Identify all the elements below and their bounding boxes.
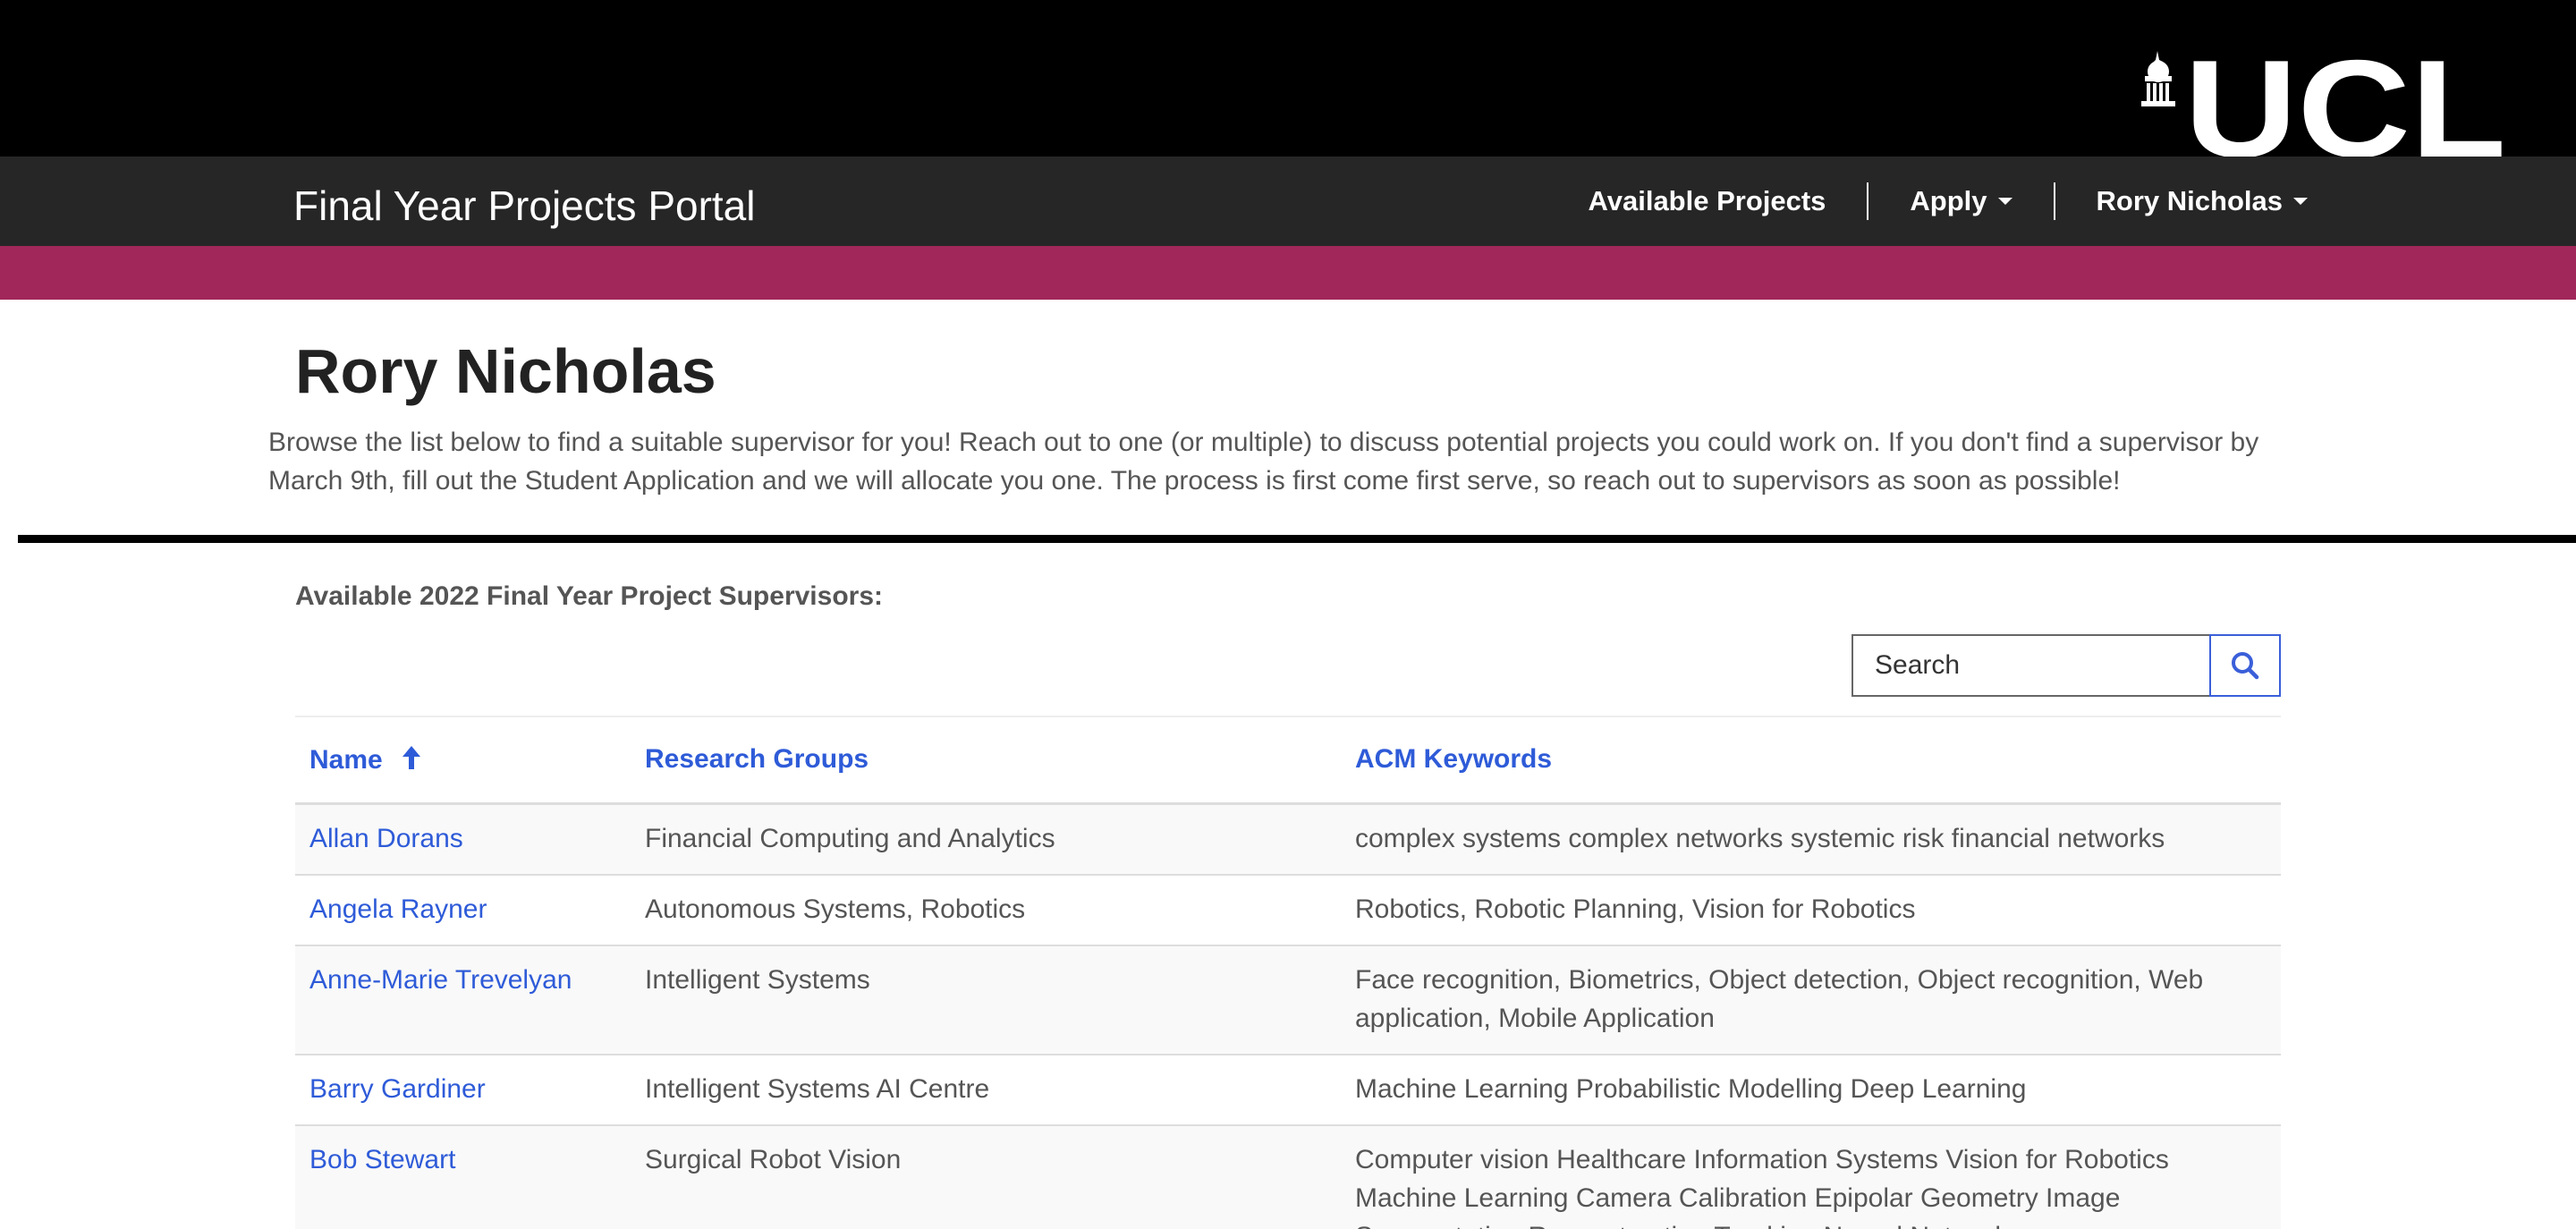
nav-menu: Available Projects Apply Rory Nicholas — [1547, 157, 2308, 246]
research-groups-cell: Intelligent Systems — [631, 944, 1341, 1055]
table-header-row: Name Research Groups ACM Keywords — [295, 717, 2281, 805]
search-icon — [2232, 652, 2259, 680]
accent-stripe — [0, 246, 2576, 300]
research-groups-cell: Financial Computing and Analytics — [631, 802, 1341, 875]
supervisor-name-link[interactable]: Barry Gardiner — [295, 1053, 631, 1125]
acm-keywords-cell: Face recognition, Biometrics, Object det… — [1341, 944, 2281, 1055]
search-input[interactable] — [1852, 634, 2209, 697]
supervisors-table-container: Name Research Groups ACM Keywords Allan … — [295, 716, 2281, 1229]
table-row: Barry Gardiner Intelligent Systems AI Ce… — [295, 1053, 2281, 1125]
supervisor-name-link[interactable]: Angela Rayner — [295, 873, 631, 945]
column-header-name-label: Name — [309, 744, 383, 775]
research-groups-cell: Surgical Robot Vision — [631, 1123, 1341, 1229]
table-row: Angela Rayner Autonomous Systems, Roboti… — [295, 873, 2281, 945]
table-row: Allan Dorans Financial Computing and Ana… — [295, 802, 2281, 875]
supervisor-name-link[interactable]: Allan Dorans — [295, 802, 631, 875]
page-title: Rory Nicholas — [295, 336, 716, 406]
supervisors-heading: Available 2022 Final Year Project Superv… — [295, 581, 883, 611]
acm-keywords-cell: Machine Learning Probabilistic Modelling… — [1341, 1053, 2281, 1125]
supervisor-name-link[interactable]: Anne-Marie Trevelyan — [295, 944, 631, 1055]
acm-keywords-cell: complex systems complex networks systemi… — [1341, 802, 2281, 875]
nav-available-projects-label: Available Projects — [1588, 185, 1826, 216]
top-banner: UCL — [0, 0, 2576, 157]
supervisor-name-link[interactable]: Bob Stewart — [295, 1123, 631, 1229]
nav-apply-dropdown[interactable]: Apply — [1868, 185, 2053, 217]
nav-user-label: Rory Nicholas — [2096, 185, 2283, 216]
research-groups-cell: Intelligent Systems AI Centre — [631, 1053, 1341, 1125]
navbar: Final Year Projects Portal Available Pro… — [0, 157, 2576, 246]
acm-keywords-cell: Computer vision Healthcare Information S… — [1341, 1123, 2281, 1229]
search-button[interactable] — [2209, 634, 2281, 697]
portal-title[interactable]: Final Year Projects Portal — [293, 182, 756, 230]
column-header-acm-keywords[interactable]: ACM Keywords — [1341, 717, 2281, 805]
search-bar — [1852, 634, 2281, 697]
nav-user-dropdown[interactable]: Rory Nicholas — [2055, 185, 2308, 217]
intro-text: Browse the list below to find a suitable… — [268, 428, 2259, 496]
caret-down-icon — [2293, 198, 2308, 205]
nav-available-projects[interactable]: Available Projects — [1547, 185, 1868, 217]
research-groups-cell: Autonomous Systems, Robotics — [631, 873, 1341, 945]
ucl-logo[interactable]: UCL — [2131, 49, 2515, 157]
column-header-research-groups[interactable]: Research Groups — [631, 717, 1341, 805]
nav-apply-label: Apply — [1910, 185, 1987, 216]
acm-keywords-cell: Robotics, Robotic Planning, Vision for R… — [1341, 873, 2281, 945]
arrow-up-icon — [402, 745, 421, 769]
column-header-name[interactable]: Name — [295, 717, 631, 805]
ucl-logo-text: UCL — [2184, 49, 2506, 157]
table-row: Anne-Marie Trevelyan Intelligent Systems… — [295, 944, 2281, 1055]
caret-down-icon — [1997, 198, 2012, 205]
table-row: Bob Stewart Surgical Robot Vision Comput… — [295, 1123, 2281, 1229]
supervisors-table: Name Research Groups ACM Keywords Allan … — [295, 717, 2281, 1229]
section-divider — [18, 535, 2576, 543]
